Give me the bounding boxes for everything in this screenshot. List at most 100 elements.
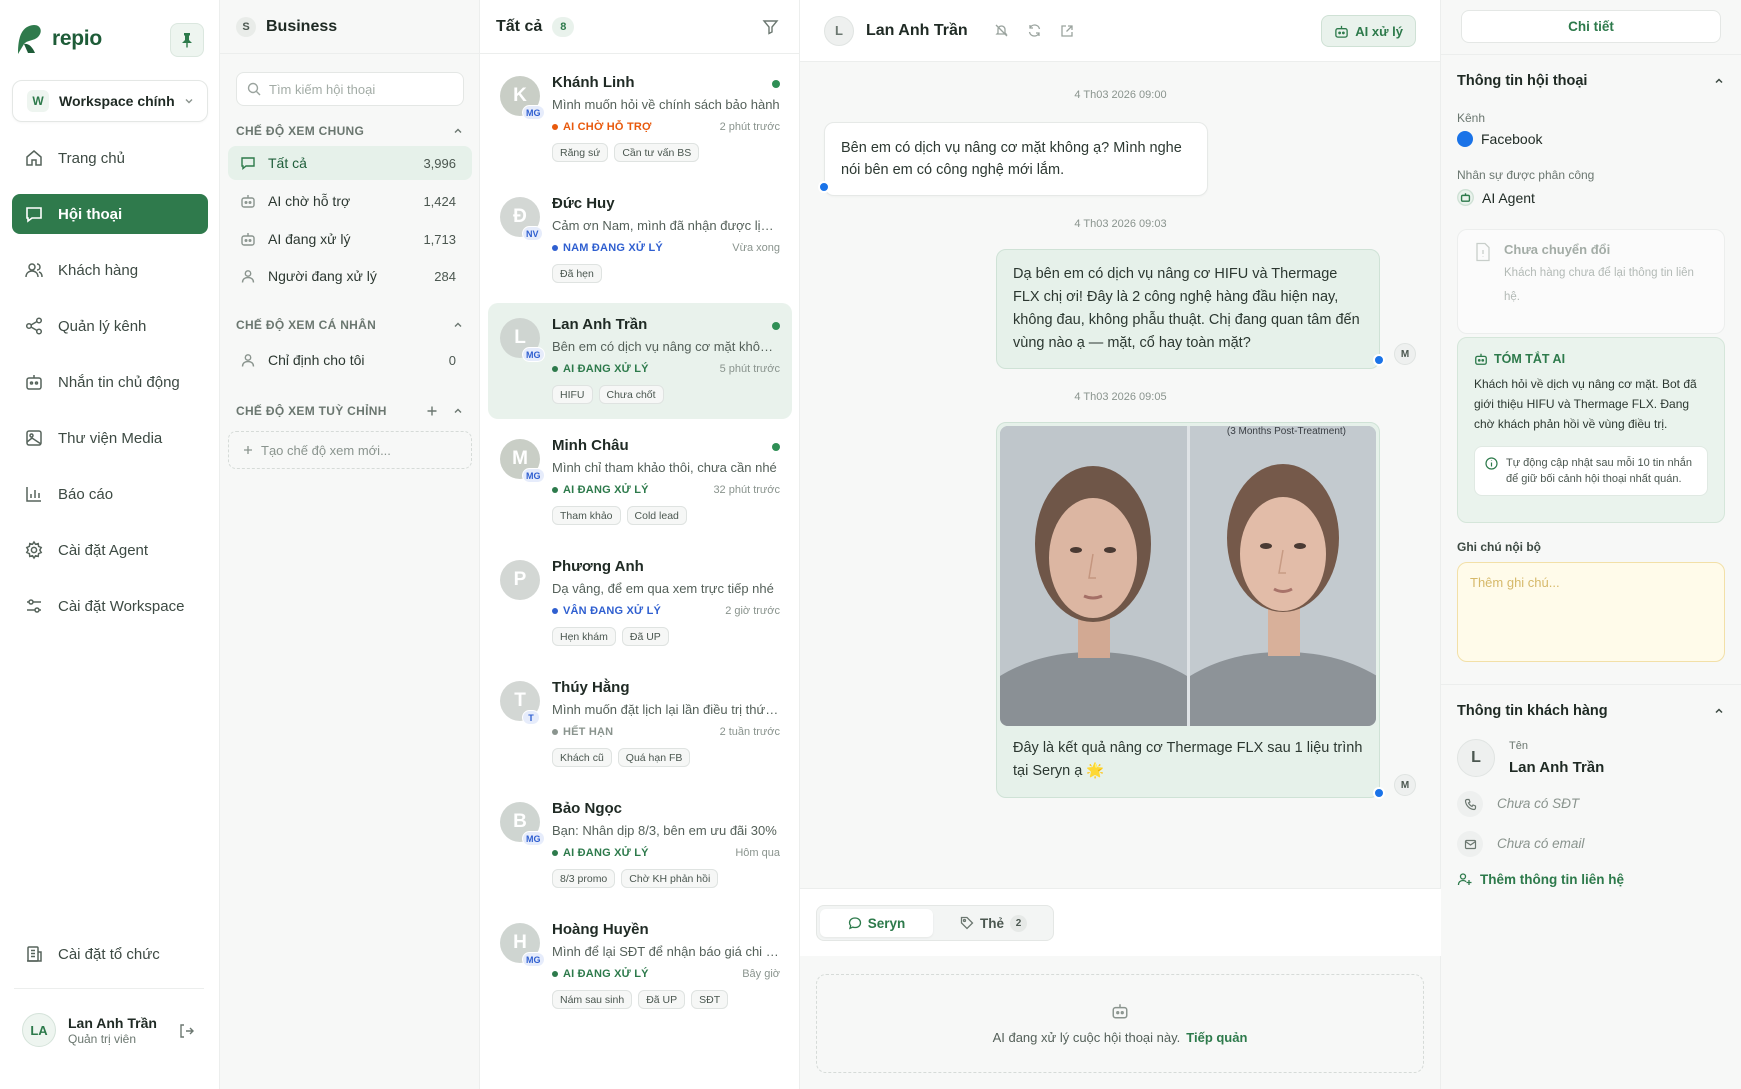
search-input[interactable] [269,81,449,97]
tag-chip[interactable]: Cần tư vấn BS [614,143,700,162]
assignee-value: AI Agent [1457,189,1535,206]
assignee-badge: T [522,710,540,725]
internal-note-label: Ghi chú nội bộ [1457,540,1541,554]
view-item-assigned-to-me[interactable]: Chỉ định cho tôi 0 [228,343,472,377]
personal-views-header[interactable]: CHẾ ĐỘ XEM CÁ NHÂN [236,318,464,332]
conversation-info-header[interactable]: Thông tin hội thoại [1457,73,1725,89]
assignee-name: AI Agent [1482,189,1535,206]
view-item-ai-processing[interactable]: AI đang xử lý 1,713 [228,222,472,256]
robot-icon [1457,189,1474,206]
conversation-preview: Cảm ơn Nam, mình đã nhận được lịch hẹn [552,218,780,233]
ai-notice-text: AI đang xử lý cuộc hội thoại này. [992,1030,1181,1045]
nav-item-customers[interactable]: Khách hàng [12,250,208,290]
tab-seryn[interactable]: Seryn [820,909,933,937]
status-label: AI CHỜ HỖ TRỢ [563,121,652,133]
message-image[interactable]: (3 Months Post-Treatment) [1000,426,1376,726]
tag-chip[interactable]: Cold lead [626,506,687,525]
conversation-item[interactable]: M MG Minh Châu Mình chỉ tham khảo thôi, chư… [488,424,792,540]
nav-item-org-settings[interactable]: Cài đặt tổ chức [12,934,208,974]
external-link-icon [1060,24,1073,37]
repio-logo-icon [18,25,41,54]
internal-note-input[interactable] [1470,575,1712,649]
conversation-item[interactable]: T T Thúy Hằng Mình muốn đặt lịch lại lần đi… [488,666,792,782]
face-portrait-icon [1189,426,1376,726]
nav-item-conversations[interactable]: Hội thoại [12,194,208,234]
email-value[interactable]: Chưa có email [1497,836,1584,851]
tag-chip[interactable]: Chưa chốt [598,385,664,404]
ai-handle-button[interactable]: AI xử lý [1321,15,1416,47]
conversation-item[interactable]: H MG Hoàng Huyền Mình để lại SĐT để nhận bá… [488,908,792,1024]
status-dot [552,971,558,977]
conversation-item[interactable]: Đ NV Đức Huy Cảm ơn Nam, mình đã nhận được … [488,182,792,298]
tag-chip[interactable]: Đã hẹn [552,264,602,283]
view-item-ai-waiting[interactable]: AI chờ hỗ trợ 1,424 [228,184,472,218]
status-label: NAM ĐANG XỬ LÝ [563,242,663,254]
status-badge: AI ĐANG XỬ LÝ [552,847,649,859]
takeover-link[interactable]: Tiếp quản [1186,1030,1247,1045]
general-views-header[interactable]: CHẾ ĐỘ XEM CHUNG [236,124,464,138]
workspace-selector[interactable]: W Workspace chính [12,80,208,122]
view-item-human-processing[interactable]: Người đang xử lý 284 [228,259,472,293]
tag-chip[interactable]: SĐT [691,990,729,1009]
tag-chip[interactable]: Khách cũ [552,748,612,767]
tag-chip[interactable]: Quá hạn FB [617,748,691,767]
filter-icon[interactable] [762,18,779,35]
nav-item-media[interactable]: Thư viện Media [12,418,208,458]
nav-item-home[interactable]: Trang chủ [12,138,208,178]
nav-item-channels[interactable]: Quản lý kênh [12,306,208,346]
conversation-item[interactable]: L MG Lan Anh Trần Bên em có dịch vụ nâng cơ… [488,303,792,419]
tag-chip[interactable]: Chờ KH phản hồi [621,869,719,888]
tab-tags[interactable]: Thẻ 2 [937,909,1050,937]
conversation-item[interactable]: P Phương Anh Dạ vâng, để em qua xem trực t… [488,545,792,661]
sync-button[interactable] [1027,23,1042,38]
chat-panel: L Lan Anh Trần AI xử lý 4 Th03 2026 09:0… [800,0,1441,1089]
conversation-tags: HIFU Chưa chốt [552,385,664,404]
tag-chip[interactable]: 8/3 promo [552,869,616,888]
conversation-item[interactable]: K MG Khánh Linh Mình muốn hỏi về chính sách… [488,61,792,177]
tag-chip[interactable]: Hẹn khám [552,627,616,646]
pin-button[interactable] [170,23,204,57]
assignee-badge: MG [522,952,545,967]
chevron-up-icon[interactable] [452,405,464,417]
conversation-item[interactable]: B MG Bảo Ngọc Bạn: Nhân dịp 8/3, bên em ưu … [488,787,792,903]
chevron-up-icon [1715,78,1723,84]
nav-label: Cài đặt tổ chức [58,945,160,963]
after-photo: (3 Months Post-Treatment) [1189,426,1376,726]
open-external-button[interactable] [1060,24,1074,38]
nav-label: Trang chủ [58,149,125,167]
robot-icon [1475,353,1487,365]
tab-details[interactable]: Chi tiết [1461,10,1721,43]
create-view-button[interactable]: Tạo chế độ xem mới... [228,431,472,469]
composer-tabs: Seryn Thẻ 2 [816,905,1054,941]
conversation-tags: 8/3 promo Chờ KH phản hồi [552,869,719,888]
channel-name: Facebook [1481,131,1543,147]
conversation-time: 32 phút trước [713,484,780,496]
tag-chip[interactable]: Tham khảo [552,506,621,525]
nav-item-reports[interactable]: Báo cáo [12,474,208,514]
tag-chip[interactable]: Nám sau sinh [552,990,633,1009]
mute-button[interactable] [994,23,1009,38]
view-label: Chỉ định cho tôi [268,352,365,368]
ai-button-label: AI xử lý [1355,23,1403,39]
tag-chip[interactable]: Đã UP [621,627,669,646]
mail-icon [1457,831,1483,857]
robot-icon [241,233,255,246]
brand[interactable]: repio [14,22,102,56]
nav-item-workspace-settings[interactable]: Cài đặt Workspace [12,586,208,626]
plus-icon[interactable] [426,405,438,417]
tag-chip[interactable]: Đã UP [638,990,686,1009]
add-contact-button[interactable]: Thêm thông tin liên hệ [1457,872,1624,887]
tag-chip[interactable]: Răng sứ [552,143,609,162]
phone-value[interactable]: Chưa có SĐT [1497,796,1579,811]
customer-info-header[interactable]: Thông tin khách hàng [1457,703,1725,719]
status-badge: AI ĐANG XỬ LÝ [552,363,649,375]
face-portrait-icon [1000,426,1187,726]
view-item-all[interactable]: Tất cả 3,996 [228,146,472,180]
nav-item-proactive[interactable]: Nhắn tin chủ động [12,362,208,402]
view-count: 1,424 [423,193,456,209]
nav-item-agent-settings[interactable]: Cài đặt Agent [12,530,208,570]
user-profile[interactable]: LA Lan Anh Trần Quản trị viên [22,1013,202,1047]
logout-icon[interactable] [178,1023,194,1039]
status-badge: HẾT HẠN [552,726,613,738]
tag-chip[interactable]: HIFU [552,385,593,404]
